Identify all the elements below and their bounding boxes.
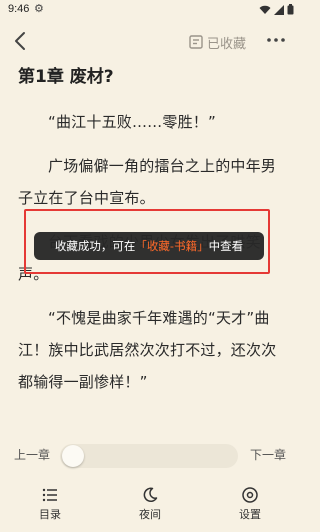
back-arrow-icon <box>15 32 25 50</box>
prev-chapter-button[interactable]: 上一章 <box>14 446 50 463</box>
toast-highlight: 「收藏-书籍」 <box>135 239 209 253</box>
more-dots-icon <box>267 38 285 42</box>
catalog-button[interactable]: 目录 <box>20 486 80 522</box>
bookmark-toast: 收藏成功，可在「收藏-书籍」中查看 <box>34 232 264 260</box>
toast-prefix: 收藏成功，可在 <box>54 239 136 253</box>
settings-button[interactable]: 设置 <box>220 486 280 522</box>
paragraph: 广场偏僻一角的擂台之上的中年男子立在了台中宣布。 <box>18 157 277 207</box>
paragraph: “不愧是曲家千年难遇的“天才”曲江！族中比武居然次次打不过，还次次都输得一副惨样… <box>18 309 277 391</box>
progress-slider-thumb[interactable] <box>62 445 84 467</box>
paragraph: “曲江十五败……零胜！” <box>48 113 216 131</box>
status-time: 9:46 <box>8 3 30 15</box>
progress-slider[interactable] <box>60 444 238 468</box>
chapter-title: 第1章 废材? <box>18 67 114 87</box>
wifi-icon <box>259 5 271 14</box>
top-bar: 已收藏 <box>0 20 300 64</box>
status-bar: 9:46 ⚙ <box>0 0 300 20</box>
night-mode-button[interactable]: 夜间 <box>120 486 180 522</box>
chapter-progress: 上一章 下一章 <box>0 440 300 470</box>
back-button[interactable] <box>10 28 32 54</box>
more-button[interactable] <box>266 30 286 50</box>
toast-suffix: 中查看 <box>208 239 244 253</box>
bookmark-button[interactable]: 已收藏 <box>188 32 246 52</box>
settings-icon <box>242 487 258 503</box>
battery-icon <box>287 4 294 15</box>
catalog-label: 目录 <box>39 508 61 521</box>
catalog-icon <box>42 488 57 502</box>
settings-label: 设置 <box>239 508 261 521</box>
bookmark-icon <box>189 35 203 49</box>
reader-screen: 9:46 ⚙ 已收藏 第1章 废材? “曲江十五败……零胜！” 广场偏僻一角的擂… <box>0 0 300 532</box>
moon-icon <box>143 487 158 503</box>
bookmark-label: 已收藏 <box>207 36 247 52</box>
settings-status-icon: ⚙ <box>34 2 44 15</box>
next-chapter-button[interactable]: 下一章 <box>250 446 286 463</box>
status-icons <box>259 4 294 15</box>
signal-icon <box>274 4 284 15</box>
bottom-nav: 目录 夜间 设置 <box>0 486 300 532</box>
night-label: 夜间 <box>139 508 161 521</box>
